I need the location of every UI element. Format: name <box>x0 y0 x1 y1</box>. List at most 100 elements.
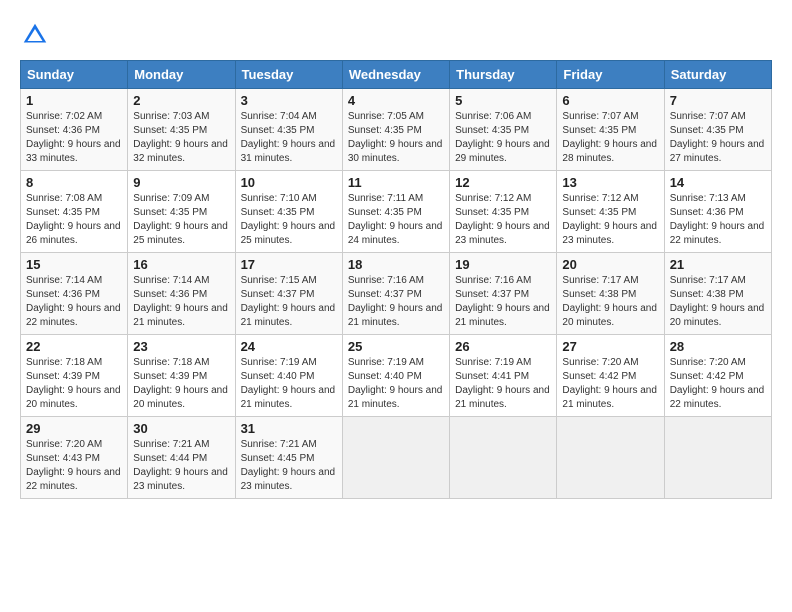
day-number: 23 <box>133 339 229 354</box>
day-number: 22 <box>26 339 122 354</box>
day-number: 2 <box>133 93 229 108</box>
day-info: Sunrise: 7:15 AMSunset: 4:37 PMDaylight:… <box>241 274 337 330</box>
day-info: Sunrise: 7:19 AMSunset: 4:40 PMDaylight:… <box>348 356 444 412</box>
calendar-cell: 7 Sunrise: 7:07 AMSunset: 4:35 PMDaylight… <box>664 89 771 171</box>
day-number: 9 <box>133 175 229 190</box>
day-info: Sunrise: 7:13 AMSunset: 4:36 PMDaylight:… <box>670 192 766 248</box>
day-info: Sunrise: 7:18 AMSunset: 4:39 PMDaylight:… <box>26 356 122 412</box>
calendar-cell <box>342 417 449 499</box>
day-number: 17 <box>241 257 337 272</box>
calendar-cell: 20 Sunrise: 7:17 AMSunset: 4:38 PMDayligh… <box>557 253 664 335</box>
day-info: Sunrise: 7:18 AMSunset: 4:39 PMDaylight:… <box>133 356 229 412</box>
calendar-cell: 18 Sunrise: 7:16 AMSunset: 4:37 PMDayligh… <box>342 253 449 335</box>
day-number: 28 <box>670 339 766 354</box>
calendar-cell: 5 Sunrise: 7:06 AMSunset: 4:35 PMDaylight… <box>450 89 557 171</box>
day-info: Sunrise: 7:12 AMSunset: 4:35 PMDaylight:… <box>562 192 658 248</box>
day-info: Sunrise: 7:20 AMSunset: 4:43 PMDaylight:… <box>26 438 122 494</box>
column-header-wednesday: Wednesday <box>342 61 449 89</box>
calendar-cell: 1 Sunrise: 7:02 AMSunset: 4:36 PMDaylight… <box>21 89 128 171</box>
day-info: Sunrise: 7:16 AMSunset: 4:37 PMDaylight:… <box>348 274 444 330</box>
calendar-cell: 16 Sunrise: 7:14 AMSunset: 4:36 PMDayligh… <box>128 253 235 335</box>
day-info: Sunrise: 7:20 AMSunset: 4:42 PMDaylight:… <box>562 356 658 412</box>
calendar-cell: 26 Sunrise: 7:19 AMSunset: 4:41 PMDayligh… <box>450 335 557 417</box>
column-header-monday: Monday <box>128 61 235 89</box>
calendar-header-row: SundayMondayTuesdayWednesdayThursdayFrid… <box>21 61 772 89</box>
day-info: Sunrise: 7:07 AMSunset: 4:35 PMDaylight:… <box>562 110 658 166</box>
day-number: 18 <box>348 257 444 272</box>
day-info: Sunrise: 7:04 AMSunset: 4:35 PMDaylight:… <box>241 110 337 166</box>
day-number: 13 <box>562 175 658 190</box>
day-info: Sunrise: 7:20 AMSunset: 4:42 PMDaylight:… <box>670 356 766 412</box>
day-number: 3 <box>241 93 337 108</box>
calendar-cell: 4Sunrise: 7:05 AMSunset: 4:35 PMDaylight… <box>342 89 449 171</box>
calendar-cell: 24 Sunrise: 7:19 AMSunset: 4:40 PMDayligh… <box>235 335 342 417</box>
calendar-week-row: 8 Sunrise: 7:08 AMSunset: 4:35 PMDaylight… <box>21 171 772 253</box>
day-info: Sunrise: 7:02 AMSunset: 4:36 PMDaylight:… <box>26 110 122 166</box>
calendar-cell: 23 Sunrise: 7:18 AMSunset: 4:39 PMDayligh… <box>128 335 235 417</box>
calendar-cell: 11 Sunrise: 7:11 AMSunset: 4:35 PMDayligh… <box>342 171 449 253</box>
calendar-cell <box>664 417 771 499</box>
day-info: Sunrise: 7:21 AMSunset: 4:45 PMDaylight:… <box>241 438 337 494</box>
day-number: 12 <box>455 175 551 190</box>
day-info: Sunrise: 7:05 AMSunset: 4:35 PMDaylight:… <box>348 110 444 166</box>
day-info: Sunrise: 7:11 AMSunset: 4:35 PMDaylight:… <box>348 192 444 248</box>
calendar-week-row: 22 Sunrise: 7:18 AMSunset: 4:39 PMDayligh… <box>21 335 772 417</box>
day-number: 30 <box>133 421 229 436</box>
day-info: Sunrise: 7:07 AMSunset: 4:35 PMDaylight:… <box>670 110 766 166</box>
day-number: 24 <box>241 339 337 354</box>
day-info: Sunrise: 7:19 AMSunset: 4:41 PMDaylight:… <box>455 356 551 412</box>
day-number: 1 <box>26 93 122 108</box>
day-number: 7 <box>670 93 766 108</box>
day-number: 20 <box>562 257 658 272</box>
day-number: 19 <box>455 257 551 272</box>
calendar-cell: 6 Sunrise: 7:07 AMSunset: 4:35 PMDaylight… <box>557 89 664 171</box>
page-header <box>20 20 772 50</box>
calendar-cell <box>557 417 664 499</box>
calendar-cell: 10 Sunrise: 7:10 AMSunset: 4:35 PMDayligh… <box>235 171 342 253</box>
calendar-cell: 27 Sunrise: 7:20 AMSunset: 4:42 PMDayligh… <box>557 335 664 417</box>
day-info: Sunrise: 7:14 AMSunset: 4:36 PMDaylight:… <box>26 274 122 330</box>
day-number: 26 <box>455 339 551 354</box>
day-info: Sunrise: 7:09 AMSunset: 4:35 PMDaylight:… <box>133 192 229 248</box>
day-info: Sunrise: 7:12 AMSunset: 4:35 PMDaylight:… <box>455 192 551 248</box>
day-number: 11 <box>348 175 444 190</box>
calendar-cell: 31 Sunrise: 7:21 AMSunset: 4:45 PMDayligh… <box>235 417 342 499</box>
day-info: Sunrise: 7:10 AMSunset: 4:35 PMDaylight:… <box>241 192 337 248</box>
day-number: 15 <box>26 257 122 272</box>
day-number: 5 <box>455 93 551 108</box>
day-number: 6 <box>562 93 658 108</box>
day-info: Sunrise: 7:21 AMSunset: 4:44 PMDaylight:… <box>133 438 229 494</box>
day-number: 8 <box>26 175 122 190</box>
day-number: 31 <box>241 421 337 436</box>
day-info: Sunrise: 7:17 AMSunset: 4:38 PMDaylight:… <box>562 274 658 330</box>
calendar-cell: 29Sunrise: 7:20 AMSunset: 4:43 PMDayligh… <box>21 417 128 499</box>
calendar-cell: 21 Sunrise: 7:17 AMSunset: 4:38 PMDayligh… <box>664 253 771 335</box>
calendar-cell: 17 Sunrise: 7:15 AMSunset: 4:37 PMDayligh… <box>235 253 342 335</box>
day-info: Sunrise: 7:16 AMSunset: 4:37 PMDaylight:… <box>455 274 551 330</box>
column-header-thursday: Thursday <box>450 61 557 89</box>
day-number: 27 <box>562 339 658 354</box>
day-info: Sunrise: 7:19 AMSunset: 4:40 PMDaylight:… <box>241 356 337 412</box>
day-info: Sunrise: 7:14 AMSunset: 4:36 PMDaylight:… <box>133 274 229 330</box>
day-number: 16 <box>133 257 229 272</box>
day-info: Sunrise: 7:06 AMSunset: 4:35 PMDaylight:… <box>455 110 551 166</box>
calendar-cell <box>450 417 557 499</box>
calendar-cell: 28 Sunrise: 7:20 AMSunset: 4:42 PMDayligh… <box>664 335 771 417</box>
day-number: 21 <box>670 257 766 272</box>
column-header-sunday: Sunday <box>21 61 128 89</box>
calendar-cell: 12 Sunrise: 7:12 AMSunset: 4:35 PMDayligh… <box>450 171 557 253</box>
day-number: 25 <box>348 339 444 354</box>
logo <box>20 20 54 50</box>
calendar-cell: 8 Sunrise: 7:08 AMSunset: 4:35 PMDaylight… <box>21 171 128 253</box>
calendar-cell: 14 Sunrise: 7:13 AMSunset: 4:36 PMDayligh… <box>664 171 771 253</box>
day-number: 14 <box>670 175 766 190</box>
calendar-cell: 30 Sunrise: 7:21 AMSunset: 4:44 PMDayligh… <box>128 417 235 499</box>
calendar-cell: 15 Sunrise: 7:14 AMSunset: 4:36 PMDayligh… <box>21 253 128 335</box>
column-header-saturday: Saturday <box>664 61 771 89</box>
calendar-cell: 19 Sunrise: 7:16 AMSunset: 4:37 PMDayligh… <box>450 253 557 335</box>
day-info: Sunrise: 7:08 AMSunset: 4:35 PMDaylight:… <box>26 192 122 248</box>
day-number: 10 <box>241 175 337 190</box>
calendar-table: SundayMondayTuesdayWednesdayThursdayFrid… <box>20 60 772 499</box>
day-info: Sunrise: 7:17 AMSunset: 4:38 PMDaylight:… <box>670 274 766 330</box>
calendar-cell: 2Sunrise: 7:03 AMSunset: 4:35 PMDaylight… <box>128 89 235 171</box>
